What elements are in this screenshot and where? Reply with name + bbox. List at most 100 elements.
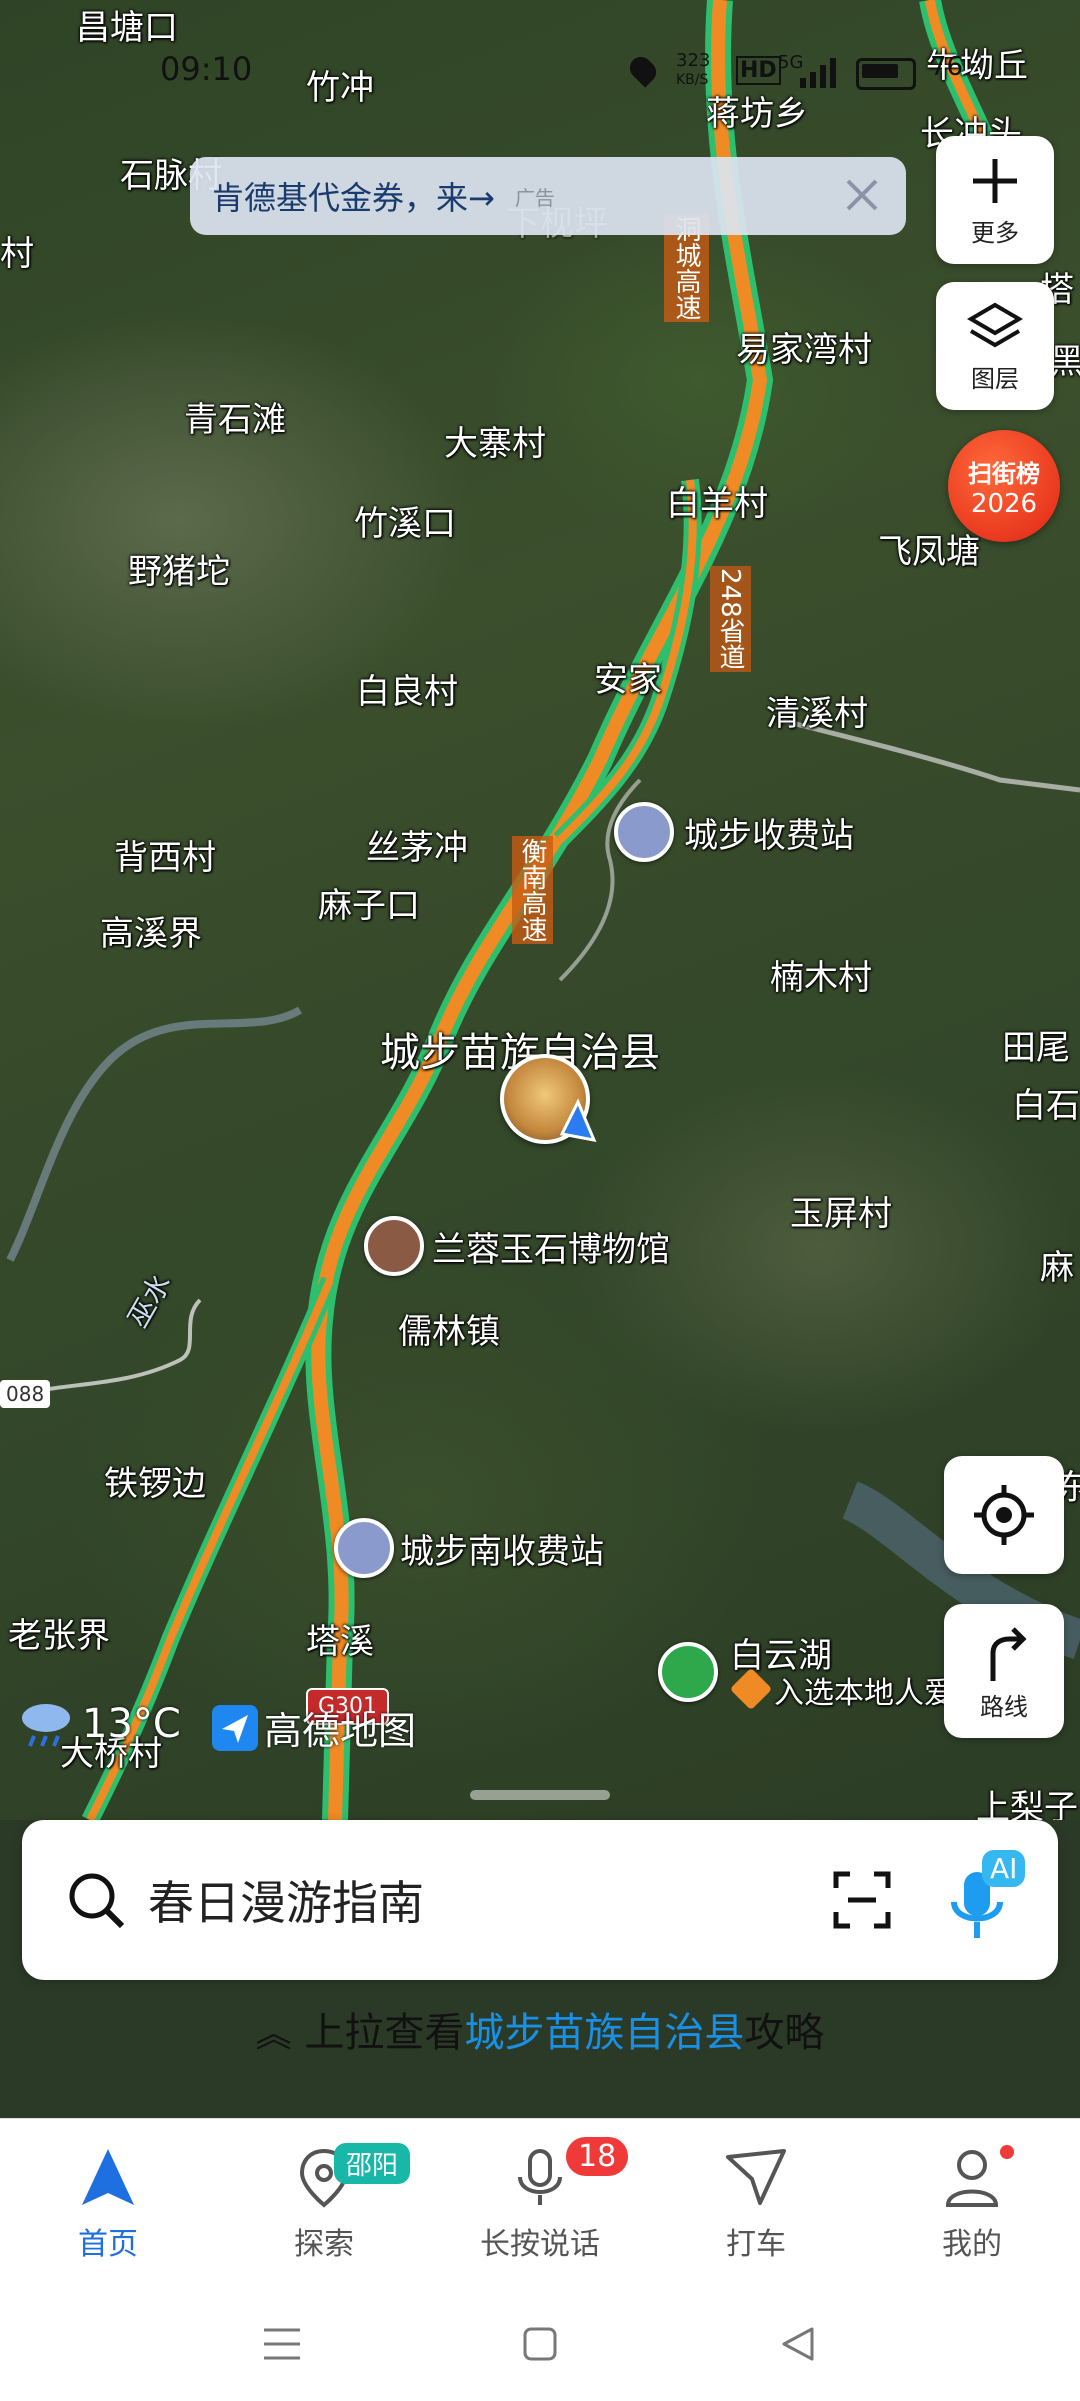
- ad-text[interactable]: 肯德基代金券，来→: [212, 173, 495, 219]
- menu-icon[interactable]: [262, 2326, 302, 2362]
- hint-prefix: 上拉查看: [304, 2010, 465, 2056]
- home-icon[interactable]: [522, 2326, 558, 2362]
- tab-explore[interactable]: 邵阳 探索: [234, 2143, 414, 2263]
- tab-taxi[interactable]: 打车: [666, 2145, 846, 2263]
- battery-fill: [862, 64, 898, 78]
- map-label[interactable]: 城步南收费站: [400, 1524, 604, 1573]
- map-label[interactable]: 玉屏村: [790, 1186, 892, 1235]
- network-speed: 323 KB/S: [676, 52, 710, 89]
- network-speed-value: 323: [676, 50, 711, 71]
- ranking-badge-year: 2026: [970, 488, 1038, 519]
- drag-handle[interactable]: [470, 1790, 610, 1800]
- tab-label: 打车: [726, 2227, 786, 2262]
- map-label[interactable]: 青石滩: [184, 392, 286, 441]
- map-label[interactable]: 竹冲: [306, 60, 374, 109]
- map-label[interactable]: 安家: [594, 652, 662, 701]
- map-label[interactable]: 兰蓉玉石博物馆: [432, 1222, 670, 1271]
- hint-suffix: 攻略: [744, 2010, 825, 2056]
- layers-button[interactable]: 图层: [936, 282, 1054, 410]
- system-nav-bar: [0, 2290, 1080, 2400]
- map-label[interactable]: 黑: [1050, 334, 1080, 383]
- weather-widget[interactable]: 13°C: [16, 1696, 181, 1752]
- battery-icon: [856, 58, 916, 90]
- map-label[interactable]: 丝茅冲: [366, 820, 468, 869]
- taxi-icon: [726, 2149, 786, 2205]
- road-code-label: 088: [0, 1380, 51, 1408]
- toll-station-icon[interactable]: [614, 802, 674, 862]
- hd-indicator: HD: [736, 56, 781, 85]
- plus-icon: [973, 158, 1017, 203]
- locate-button[interactable]: [944, 1456, 1064, 1574]
- map-label[interactable]: 儒林镇: [398, 1304, 500, 1353]
- microphone-icon: [518, 2149, 562, 2205]
- more-label: 更多: [971, 218, 1019, 247]
- user-location-marker[interactable]: [500, 1054, 590, 1144]
- tab-label: 我的: [942, 2227, 1002, 2262]
- status-time: 09:10: [160, 50, 253, 88]
- tab-voice[interactable]: 18 长按说话: [450, 2137, 630, 2263]
- map-label[interactable]: 野猪坨: [128, 544, 230, 593]
- rain-cloud-icon: [22, 1704, 70, 1747]
- route-button[interactable]: 路线: [944, 1604, 1064, 1738]
- voice-count-badge: 18: [566, 2137, 629, 2176]
- logo-icon: [212, 1704, 258, 1751]
- battery-level: 76: [930, 52, 964, 82]
- map-label[interactable]: 昌塘口: [76, 0, 178, 49]
- toll-station-icon[interactable]: [334, 1518, 394, 1578]
- map-label[interactable]: 老张界: [8, 1608, 110, 1657]
- map-label[interactable]: 上梨子: [976, 1780, 1078, 1820]
- map-label[interactable]: 村: [0, 226, 34, 275]
- tab-profile[interactable]: 我的: [882, 2145, 1062, 2263]
- chevron-up-icon: ︽: [255, 2014, 292, 2055]
- ranking-badge-title: 扫街榜: [968, 459, 1040, 488]
- signal-icon: [800, 58, 836, 88]
- map-view[interactable]: 昌塘口 竹冲 石脉村 蒋坊乡 牛坳丘 长冲头 下枧坪 村 易家湾村 青石滩 大寨…: [0, 0, 1080, 1820]
- map-label[interactable]: 楠木村: [770, 950, 872, 999]
- map-label[interactable]: 入选本地人爱: [774, 1668, 954, 1712]
- map-label[interactable]: 麻: [1040, 1240, 1074, 1289]
- map-label[interactable]: 白羊村: [666, 476, 768, 525]
- map-label[interactable]: 高溪界: [100, 906, 202, 955]
- notification-dot: [1000, 2145, 1014, 2159]
- route-icon: [990, 1626, 1027, 1681]
- tab-home[interactable]: 首页: [18, 2145, 198, 2263]
- map-label[interactable]: 铁锣边: [104, 1456, 206, 1505]
- search-icon: [69, 1873, 125, 1929]
- network-speed-unit: KB/S: [676, 72, 709, 88]
- road-label: 衡南高速: [512, 836, 553, 944]
- map-label[interactable]: 城步收费站: [684, 808, 854, 857]
- map-label[interactable]: 清溪村: [766, 686, 868, 735]
- tab-label: 长按说话: [480, 2227, 600, 2262]
- layers-icon: [967, 302, 1023, 347]
- map-label[interactable]: 塔溪: [306, 1614, 374, 1663]
- map-label[interactable]: 蒋坊乡: [706, 86, 808, 135]
- close-icon[interactable]: [840, 173, 884, 217]
- user-icon: [945, 2150, 999, 2207]
- back-icon[interactable]: [780, 2326, 816, 2362]
- map-label[interactable]: 白良村: [356, 664, 458, 713]
- route-label: 路线: [980, 1692, 1028, 1721]
- scan-icon[interactable]: [830, 1868, 894, 1932]
- museum-icon[interactable]: [364, 1216, 424, 1276]
- map-label[interactable]: 竹溪口: [354, 496, 456, 545]
- search-bar[interactable]: 春日漫游指南 AI: [22, 1820, 1058, 1980]
- explore-badge: 邵阳: [334, 2143, 411, 2184]
- park-icon[interactable]: [658, 1642, 718, 1702]
- ranking-badge[interactable]: 扫街榜 2026: [948, 430, 1060, 542]
- app-logo: 高德地图: [212, 1700, 416, 1755]
- map-label[interactable]: 白石: [1012, 1078, 1080, 1127]
- map-label[interactable]: 背西村: [114, 830, 216, 879]
- more-button[interactable]: 更多: [936, 136, 1054, 264]
- map-label[interactable]: 田尾: [1002, 1020, 1070, 1069]
- ai-voice-button[interactable]: AI: [942, 1850, 1042, 1950]
- hint-highlight[interactable]: 城步苗族自治县: [464, 2010, 744, 2056]
- road-label: 248省道: [710, 566, 751, 672]
- ad-banner[interactable]: 肯德基代金券，来→ 广告: [190, 157, 906, 235]
- ai-badge: AI: [982, 1850, 1026, 1887]
- map-label[interactable]: 飞凤塘: [878, 524, 980, 573]
- pull-up-hint[interactable]: ︽ 上拉查看城步苗族自治县攻略: [0, 2000, 1080, 2058]
- search-input[interactable]: 春日漫游指南: [148, 1867, 424, 1933]
- map-label[interactable]: 易家湾村: [736, 322, 872, 371]
- map-label[interactable]: 麻子口: [318, 878, 420, 927]
- map-label[interactable]: 大寨村: [444, 416, 546, 465]
